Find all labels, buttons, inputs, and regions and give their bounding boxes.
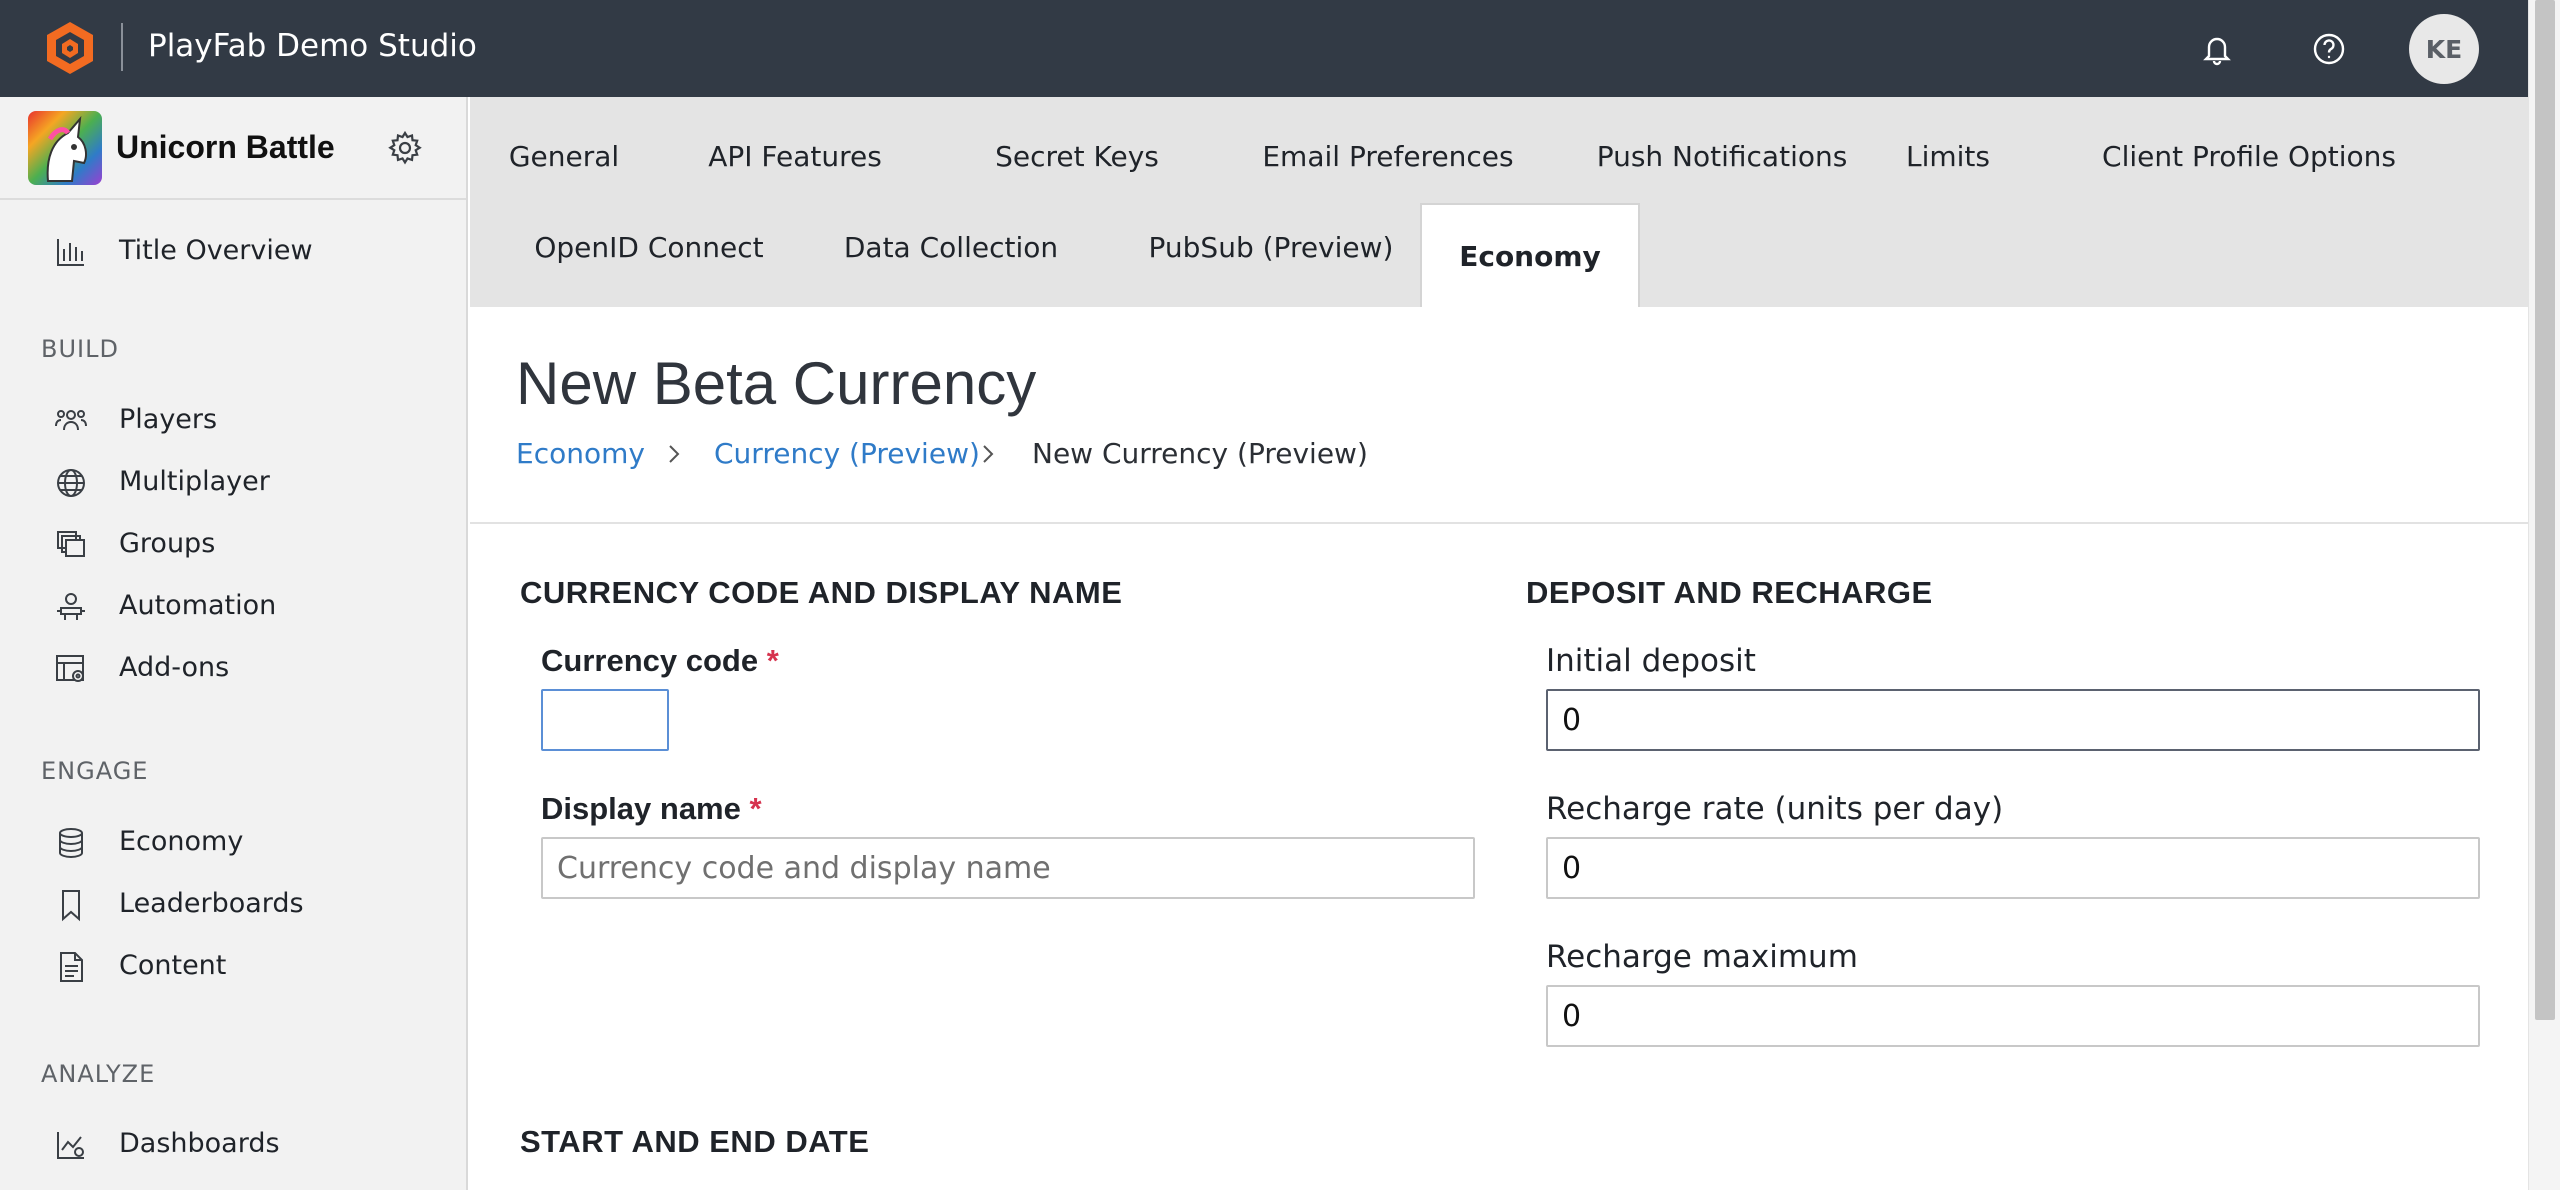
- initial-deposit-label: Initial deposit: [1546, 643, 1756, 679]
- sidebar: Unicorn Battle Title Overview BUILD Play…: [0, 97, 468, 1190]
- page-scrollbar[interactable]: [2528, 0, 2560, 1190]
- sidebar-item-leaderboards[interactable]: Leaderboards: [0, 876, 466, 932]
- document-icon: [54, 950, 88, 984]
- tab-secret-keys[interactable]: Secret Keys: [988, 112, 1166, 200]
- recharge-rate-label: Recharge rate (units per day): [1546, 791, 2004, 827]
- notifications-bell-icon[interactable]: [2198, 30, 2236, 68]
- tab-push-notifications[interactable]: Push Notifications: [1578, 112, 1866, 200]
- dashboard-icon: [54, 1128, 88, 1162]
- sidebar-item-label: Title Overview: [119, 235, 313, 266]
- playfab-logo-icon[interactable]: [40, 18, 100, 78]
- sidebar-item-players[interactable]: Players: [0, 392, 466, 448]
- section-label-analyze: ANALYZE: [41, 1060, 156, 1088]
- breadcrumb-economy[interactable]: Economy: [516, 437, 645, 470]
- tab-pubsub-preview[interactable]: PubSub (Preview): [1126, 203, 1416, 291]
- recharge-maximum-input[interactable]: [1546, 985, 2480, 1047]
- page-title: New Beta Currency: [516, 350, 1037, 417]
- chevron-right-icon: [976, 440, 1000, 468]
- sidebar-item-label: Economy: [119, 826, 244, 857]
- tab-api-features[interactable]: API Features: [700, 112, 890, 200]
- currency-code-input[interactable]: [541, 689, 669, 751]
- sidebar-item-label: Dashboards: [119, 1128, 280, 1159]
- sidebar-item-dashboards[interactable]: Dashboards: [0, 1116, 466, 1172]
- tab-data-collection[interactable]: Data Collection: [826, 203, 1076, 291]
- initial-deposit-input[interactable]: [1546, 689, 2480, 751]
- section-label-engage: ENGAGE: [41, 757, 149, 785]
- groups-icon: [54, 528, 88, 562]
- currency-section-heading: CURRENCY CODE AND DISPLAY NAME: [520, 575, 1123, 610]
- main-content: New Beta Currency Economy Currency (Prev…: [470, 307, 2528, 1190]
- sidebar-item-label: Content: [119, 950, 227, 981]
- sidebar-item-groups[interactable]: Groups: [0, 516, 466, 572]
- user-avatar[interactable]: KE: [2409, 14, 2479, 84]
- recharge-maximum-label: Recharge maximum: [1546, 939, 1858, 975]
- section-label-build: BUILD: [41, 335, 119, 363]
- players-icon: [54, 404, 88, 438]
- studio-name[interactable]: PlayFab Demo Studio: [148, 28, 477, 64]
- settings-tabs: General API Features Secret Keys Email P…: [470, 97, 2528, 307]
- breadcrumb-current: New Currency (Preview): [1032, 437, 1368, 470]
- bookmark-icon: [54, 888, 88, 922]
- sidebar-item-label: Automation: [119, 590, 277, 621]
- bar-chart-icon: [54, 235, 88, 269]
- tab-openid-connect[interactable]: OpenID Connect: [514, 203, 784, 291]
- date-section-heading: START AND END DATE: [520, 1124, 870, 1159]
- help-icon[interactable]: [2309, 29, 2349, 69]
- display-name-input[interactable]: [541, 837, 1475, 899]
- required-marker: *: [766, 643, 779, 678]
- sidebar-item-label: Multiplayer: [119, 466, 270, 497]
- tab-economy[interactable]: Economy: [1420, 203, 1640, 307]
- sidebar-item-economy[interactable]: Economy: [0, 814, 466, 870]
- tab-email-preferences[interactable]: Email Preferences: [1242, 112, 1534, 200]
- sidebar-item-content[interactable]: Content: [0, 938, 466, 994]
- sidebar-item-label: Players: [119, 404, 218, 435]
- title-header: Unicorn Battle: [0, 97, 466, 200]
- required-marker: *: [749, 791, 762, 826]
- breadcrumb-currency[interactable]: Currency (Preview): [714, 437, 980, 470]
- globe-icon: [54, 466, 88, 500]
- top-bar: PlayFab Demo Studio KE: [0, 0, 2528, 97]
- sidebar-item-automation[interactable]: Automation: [0, 578, 466, 634]
- sidebar-item-label: Add-ons: [119, 652, 230, 683]
- recharge-rate-input[interactable]: [1546, 837, 2480, 899]
- tab-client-profile-options[interactable]: Client Profile Options: [2074, 112, 2424, 200]
- display-name-label: Display name *: [541, 791, 762, 826]
- title-name[interactable]: Unicorn Battle: [116, 129, 335, 166]
- divider: [470, 522, 2528, 524]
- sidebar-item-title-overview[interactable]: Title Overview: [0, 223, 466, 279]
- logo-divider: [121, 23, 123, 71]
- tab-limits[interactable]: Limits: [1890, 112, 2006, 200]
- deposit-section-heading: DEPOSIT AND RECHARGE: [1526, 575, 1933, 610]
- sidebar-item-label: Leaderboards: [119, 888, 304, 919]
- title-settings-gear-icon[interactable]: [386, 129, 424, 167]
- robot-icon: [54, 590, 88, 624]
- tab-general[interactable]: General: [500, 112, 628, 200]
- sidebar-item-add-ons[interactable]: Add-ons: [0, 640, 466, 696]
- coins-icon: [54, 826, 88, 860]
- addons-icon: [54, 652, 88, 686]
- sidebar-item-label: Groups: [119, 528, 216, 559]
- scrollbar-thumb[interactable]: [2535, 0, 2555, 1020]
- chevron-right-icon: [662, 440, 686, 468]
- unicorn-title-icon[interactable]: [28, 111, 102, 185]
- sidebar-item-multiplayer[interactable]: Multiplayer: [0, 454, 466, 510]
- currency-code-label: Currency code *: [541, 643, 779, 678]
